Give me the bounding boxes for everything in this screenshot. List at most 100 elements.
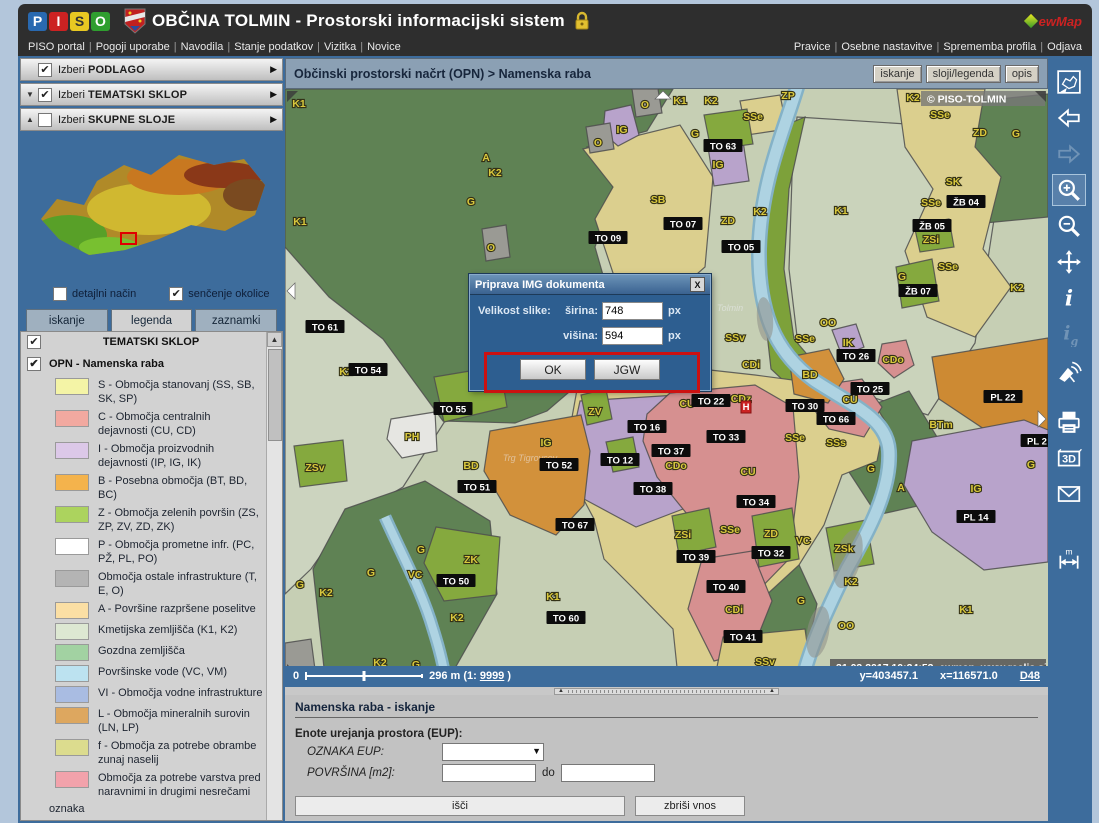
view-3d-icon[interactable]: 3D — [1052, 442, 1086, 474]
ewmap-diamond-icon — [1024, 14, 1038, 28]
width-unit: px — [668, 305, 681, 317]
tab-iskanje[interactable]: iskanje — [26, 309, 108, 331]
search-buttons: išči zbriši vnos — [295, 796, 1038, 816]
accordion-podlago[interactable]: ✔Izberi PODLAGO▶ — [20, 58, 283, 81]
tab-zaznamki[interactable]: zaznamki — [195, 309, 277, 331]
zone-label: OO — [838, 620, 854, 632]
width-field[interactable] — [602, 302, 663, 320]
scroll-up-icon[interactable]: ▲ — [267, 332, 282, 347]
pan-icon[interactable] — [1052, 246, 1086, 278]
zone-label: G — [867, 463, 875, 475]
clear-button[interactable]: zbriši vnos — [635, 796, 745, 816]
print-icon[interactable] — [1052, 406, 1086, 438]
eup-label: ŽB 05 — [919, 221, 946, 233]
mail-icon[interactable] — [1052, 478, 1086, 510]
eup-label: PL 14 — [963, 513, 989, 524]
zone-label: K2 — [373, 657, 387, 665]
accordion-checkbox[interactable]: ✔ — [38, 63, 52, 77]
measure-icon[interactable]: m — [1052, 544, 1086, 576]
zone-label: K2 — [1010, 282, 1024, 294]
zone-label: VC — [408, 569, 423, 581]
splitter-handle[interactable]: ▲ ▲ — [554, 688, 779, 695]
eup-label: PL 22 — [990, 393, 1015, 404]
scroll-thumb[interactable] — [268, 349, 282, 441]
height-field[interactable] — [602, 327, 663, 345]
menu-link[interactable]: Osebne nastavitve — [841, 41, 932, 53]
zone-label: ZD — [764, 528, 778, 540]
menu-link[interactable]: Odjava — [1047, 41, 1082, 53]
eup-label: TO 33 — [713, 433, 739, 444]
eup-label: ŽB 04 — [953, 197, 980, 209]
legend-swatch — [55, 644, 89, 661]
back-icon[interactable] — [1052, 102, 1086, 134]
tab-legenda[interactable]: legenda — [111, 309, 193, 331]
opn-checkbox[interactable]: ✔ — [27, 357, 41, 371]
ok-button[interactable]: OK — [520, 359, 586, 380]
zone-label: SSe — [743, 111, 763, 123]
option-checkbox[interactable]: ✔ — [169, 287, 183, 301]
svg-text:g: g — [1071, 335, 1079, 347]
zone-label: G — [1027, 459, 1035, 471]
oznaka-row: OZNAKA EUP: ▼ — [307, 743, 1038, 761]
zone-label: K2 — [753, 206, 767, 218]
legend-swatch — [55, 378, 89, 395]
menu-link[interactable]: Stanje podatkov — [234, 41, 313, 53]
search-button[interactable]: išči — [295, 796, 625, 816]
menu-link[interactable]: Novice — [367, 41, 401, 53]
legend-swatch — [55, 739, 89, 756]
jgw-button[interactable]: JGW — [594, 359, 660, 380]
eup-label: TO 63 — [710, 142, 736, 153]
dialog-title-bar[interactable]: Priprava IMG dokumenta X — [470, 275, 710, 295]
legend-item: Območja ostale infrastrukture (T, E, O) — [21, 568, 267, 600]
zone-label: SSe — [938, 261, 958, 273]
zone-label: CDi — [725, 604, 743, 616]
legend-swatch — [55, 474, 89, 491]
sloji-legenda-button[interactable]: sloji/legenda — [926, 65, 1001, 83]
menu-link[interactable]: Pogoji uporabe — [96, 41, 170, 53]
menu-link[interactable]: Vizitka — [324, 41, 356, 53]
legend-scrollbar[interactable]: ▲ — [266, 332, 282, 820]
datum-link[interactable]: D48 — [1020, 670, 1040, 682]
povrsina-to-field[interactable] — [561, 764, 655, 782]
accordion-tematski-sklop[interactable]: ▼✔Izberi TEMATSKI SKLOP▶ — [20, 83, 283, 106]
collapse-arrow-icon[interactable]: ▲ — [26, 115, 38, 124]
eup-label: ŽB 07 — [905, 286, 931, 298]
piso-logo: PISO — [28, 12, 110, 31]
zoom-out-icon[interactable] — [1052, 210, 1086, 242]
zone-label: CDo — [665, 460, 687, 472]
oznaka-eup-select[interactable]: ▼ — [442, 743, 544, 761]
map-viewport[interactable]: TolminTrg TigrovcevK1K1AK2GK2OOOSBIGIGK1… — [285, 89, 1048, 665]
opis-button[interactable]: opis — [1005, 65, 1039, 83]
menu-link[interactable]: Navodila — [181, 41, 224, 53]
collapse-arrow-icon[interactable]: ▼ — [26, 90, 38, 99]
menu-link[interactable]: PISO portal — [28, 41, 85, 53]
menu-link[interactable]: Sprememba profila — [943, 41, 1036, 53]
info-icon[interactable]: i — [1052, 282, 1086, 314]
eup-label: TO 51 — [464, 483, 491, 494]
zone-label: IK — [843, 337, 854, 349]
zoom-in-icon[interactable] — [1052, 174, 1086, 206]
expand-arrow-icon: ▶ — [270, 89, 277, 100]
left-menu: PISO portal|Pogoji uporabe|Navodila|Stan… — [28, 41, 401, 53]
overview-map[interactable] — [20, 133, 283, 283]
tematski-sklop-checkbox[interactable]: ✔ — [27, 335, 41, 349]
accordion-checkbox[interactable]: ✔ — [38, 88, 52, 102]
scale-value-link[interactable]: 9999 — [480, 670, 504, 682]
zone-label: G — [412, 659, 420, 665]
option-checkbox[interactable] — [53, 287, 67, 301]
overview-icon[interactable] — [1052, 66, 1086, 98]
option-detajlni-način: detajlni način — [48, 287, 136, 301]
legend-item: B - Posebna območja (BT, BD, BC) — [21, 472, 267, 504]
zone-label: ZSi — [675, 529, 691, 541]
iskanje-button[interactable]: iskanje — [873, 65, 921, 83]
povrsina-row: POVRŠINA [m2]: do — [307, 764, 1038, 782]
accordion-checkbox[interactable] — [38, 113, 52, 127]
zone-label: ZD — [721, 215, 735, 227]
gps-icon[interactable] — [1052, 354, 1086, 386]
menu-link[interactable]: Pravice — [794, 41, 831, 53]
zone-label: BD — [802, 369, 818, 381]
povrsina-from-field[interactable] — [442, 764, 536, 782]
zone-label: IG — [970, 483, 981, 495]
accordion-skupne-sloje[interactable]: ▲Izberi SKUPNE SLOJE▶ — [20, 108, 283, 131]
dialog-close-icon[interactable]: X — [690, 277, 705, 292]
